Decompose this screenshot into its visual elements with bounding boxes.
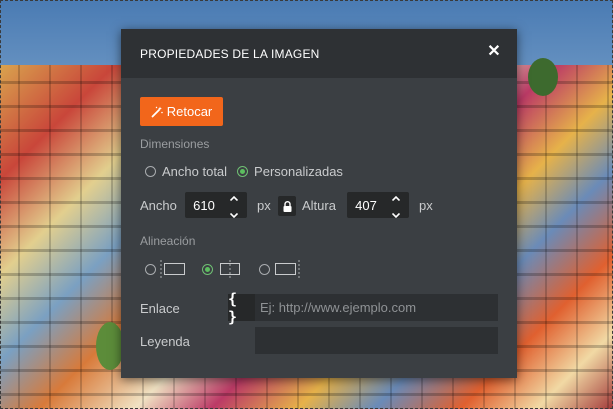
dimensions-label: Dimensiones [140,137,210,151]
link-label: Enlace [140,301,180,316]
caption-label: Leyenda [140,334,190,349]
link-input[interactable] [255,294,498,321]
align-right-icon [275,260,300,278]
caption-input[interactable] [255,327,498,354]
chevron-down-icon[interactable] [229,206,239,221]
photo-tree [96,322,124,370]
alignment-label: Alineación [140,234,196,248]
dialog-header: PROPIEDADES DE LA IMAGEN ✕ [121,29,517,78]
dialog-title: PROPIEDADES DE LA IMAGEN [140,47,320,61]
radio-align-left[interactable] [145,263,156,275]
width-unit: px [257,198,271,213]
height-value[interactable]: 407 [347,198,385,213]
align-center-option[interactable] [202,260,243,278]
align-right-option[interactable] [259,260,300,278]
width-stepper[interactable]: 610 [185,189,247,221]
lock-icon[interactable] [278,196,296,216]
close-icon[interactable]: ✕ [485,43,503,61]
radio-align-center[interactable] [202,263,213,275]
width-label: Ancho [140,198,177,213]
align-left-option[interactable] [145,260,186,278]
align-left-icon [160,260,185,278]
photo-tree [528,58,558,96]
width-value[interactable]: 610 [185,198,223,213]
radio-full-width[interactable] [145,166,156,177]
chevron-up-icon[interactable] [391,189,401,204]
alignment-options [145,260,316,278]
radio-align-right[interactable] [259,263,270,275]
radio-custom-label: Personalizadas [254,164,343,179]
chevron-up-icon[interactable] [229,189,239,204]
code-braces-icon[interactable]: { } [228,290,255,326]
width-stepper-arrows [223,189,245,221]
height-stepper[interactable]: 407 [347,189,409,221]
radio-full-width-label: Ancho total [162,164,228,179]
chevron-down-icon[interactable] [391,206,401,221]
image-properties-dialog: PROPIEDADES DE LA IMAGEN ✕ Retocar Dimen… [121,29,517,378]
height-unit: px [419,198,433,213]
dimensions-options: Ancho total Personalizadas [145,164,343,179]
retouch-label: Retocar [166,104,213,119]
magic-wand-icon [151,106,163,117]
radio-custom[interactable] [237,166,249,177]
height-label: Altura [302,198,336,213]
align-center-icon [220,260,240,278]
retouch-button[interactable]: Retocar [140,97,223,126]
height-stepper-arrows [385,189,407,221]
